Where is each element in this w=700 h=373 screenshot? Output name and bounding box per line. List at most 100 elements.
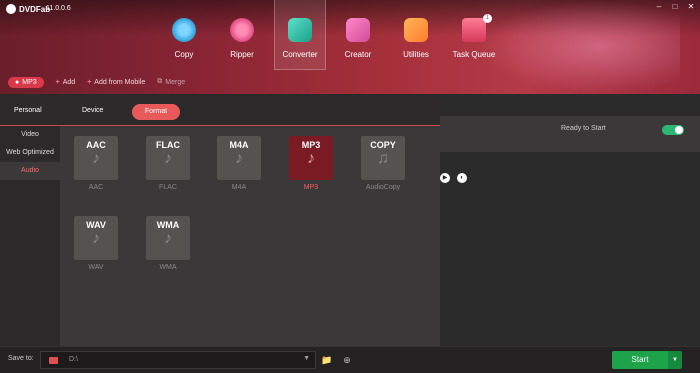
app-version: 11.0.0.6 xyxy=(46,5,71,12)
format-aac[interactable]: AAC ♪ AAC xyxy=(74,136,118,192)
format-name: MP3 xyxy=(301,140,321,150)
minimize-icon[interactable]: – xyxy=(654,2,664,12)
add-mobile-label: Add from Mobile xyxy=(94,78,146,86)
task-toggle[interactable] xyxy=(662,125,684,135)
format-tile: MP3 ♪ xyxy=(289,136,333,180)
start-button[interactable]: Start xyxy=(612,351,668,369)
task-queue-icon xyxy=(462,18,486,42)
music-note-icon: ♪ xyxy=(164,230,172,247)
format-tile: M4A ♪ xyxy=(217,136,261,180)
maximize-icon[interactable]: □ xyxy=(670,2,680,12)
format-name: M4A xyxy=(229,140,249,150)
settings-icon[interactable]: ◐ xyxy=(457,173,467,183)
nav-ripper[interactable]: Ripper xyxy=(216,0,268,70)
copy-icon xyxy=(172,18,196,42)
format-caption: FLAC xyxy=(159,184,177,191)
format-tile: WMA ♪ xyxy=(146,216,190,260)
profile-panel: Personal Device Format Video Web Optimiz… xyxy=(0,100,440,352)
profile-label: MP3 xyxy=(22,78,37,86)
music-note-icon: ♪ xyxy=(235,150,243,167)
chevron-down-icon[interactable]: ▼ xyxy=(303,355,310,362)
tab-format[interactable]: Format xyxy=(132,104,180,120)
browse-folder-icon[interactable]: 📁 xyxy=(320,353,334,367)
format-tile: AAC ♪ xyxy=(74,136,118,180)
save-path-value: D:\ xyxy=(69,356,78,363)
header-art xyxy=(480,0,680,94)
globe-icon[interactable]: ⊕ xyxy=(340,353,354,367)
folder-icon xyxy=(49,357,58,364)
task-row[interactable]: Ready to Start xyxy=(440,116,700,152)
nav-label: Copy xyxy=(174,50,194,59)
format-name: COPY xyxy=(370,140,396,150)
task-pane: Ready to Start ▶ ◐ xyxy=(440,94,700,352)
task-count-badge: 1 xyxy=(483,14,492,23)
merge-label: Merge xyxy=(165,78,186,86)
format-tile: COPY ♫ xyxy=(361,136,405,180)
music-notes-icon: ♫ xyxy=(377,150,389,167)
creator-icon xyxy=(346,18,370,42)
format-name: FLAC xyxy=(156,140,180,150)
app-logo: DVDFab xyxy=(6,4,50,14)
format-tile: FLAC ♪ xyxy=(146,136,190,180)
start-dropdown-chevron-icon[interactable]: ▼ xyxy=(668,351,682,369)
save-path-field[interactable]: D:\ ▼ xyxy=(40,351,316,369)
format-wav[interactable]: WAV ♪ WAV xyxy=(74,216,118,272)
format-mp3[interactable]: MP3 ♪ MP3 xyxy=(289,136,333,192)
format-caption: MP3 xyxy=(303,184,319,191)
plus-icon: + xyxy=(87,78,92,86)
category-web-optimized[interactable]: Web Optimized xyxy=(0,144,60,162)
nav-converter[interactable]: Converter xyxy=(274,0,326,70)
format-caption: AAC xyxy=(88,184,104,191)
merge-icon: ⧉ xyxy=(157,78,163,85)
profile-icon: ● xyxy=(15,78,20,86)
nav-label: Utilities xyxy=(403,50,429,59)
nav-label: Converter xyxy=(282,50,318,59)
app-header: DVDFab 11.0.0.6 Copy Ripper Converter Cr… xyxy=(0,0,700,94)
bottom-bar: Save to: D:\ ▼ 📁 ⊕ Start ▼ xyxy=(0,346,700,373)
tab-device[interactable]: Device xyxy=(82,107,103,114)
save-to-label: Save to: xyxy=(8,355,34,362)
task-status: Ready to Start xyxy=(561,125,606,132)
music-note-icon: ♪ xyxy=(164,150,172,167)
toolbar: ● MP3 + Add + Add from Mobile ⧉ Merge xyxy=(0,70,440,94)
nav-label: Ripper xyxy=(230,50,254,59)
music-note-icon: ♪ xyxy=(307,150,315,167)
nav-label: Task Queue xyxy=(452,50,496,59)
format-name: WAV xyxy=(86,220,106,230)
nav-utilities[interactable]: Utilities xyxy=(390,0,442,70)
music-note-icon: ♪ xyxy=(92,230,100,247)
format-caption: AudioCopy xyxy=(365,184,401,191)
format-m4a[interactable]: M4A ♪ M4A xyxy=(217,136,261,192)
nav-creator[interactable]: Creator xyxy=(332,0,384,70)
logo-icon xyxy=(6,4,16,14)
utilities-icon xyxy=(404,18,428,42)
format-flac[interactable]: FLAC ♪ FLAC xyxy=(146,136,190,192)
tab-personal[interactable]: Personal xyxy=(14,107,42,114)
category-video[interactable]: Video xyxy=(0,126,60,144)
category-audio[interactable]: Audio xyxy=(0,162,60,180)
format-name: AAC xyxy=(86,140,106,150)
music-note-icon: ♪ xyxy=(92,150,100,167)
format-copy[interactable]: COPY ♫ AudioCopy xyxy=(361,136,405,192)
profile-pill[interactable]: ● MP3 xyxy=(8,76,44,88)
category-list: Video Web Optimized Audio xyxy=(0,126,60,352)
nav-label: Creator xyxy=(344,50,372,59)
profile-tabs: Personal Device Format xyxy=(0,100,440,126)
add-from-mobile-button[interactable]: + Add from Mobile xyxy=(87,79,145,86)
window-controls: – □ ✕ xyxy=(654,2,696,12)
format-caption: WMA xyxy=(159,264,177,271)
format-wma[interactable]: WMA ♪ WMA xyxy=(146,216,190,272)
format-caption: WAV xyxy=(88,264,104,271)
merge-button[interactable]: ⧉ Merge xyxy=(157,78,185,86)
ripper-icon xyxy=(230,18,254,42)
plus-icon: + xyxy=(55,78,60,86)
add-button[interactable]: + Add xyxy=(56,79,76,86)
play-icon[interactable]: ▶ xyxy=(440,173,450,183)
nav-task-queue[interactable]: 1 Task Queue xyxy=(448,0,500,70)
close-icon[interactable]: ✕ xyxy=(686,2,696,12)
format-name: WMA xyxy=(156,220,180,230)
format-tile: WAV ♪ xyxy=(74,216,118,260)
add-label: Add xyxy=(62,78,76,86)
nav-copy[interactable]: Copy xyxy=(158,0,210,70)
main-nav: Copy Ripper Converter Creator Utilities … xyxy=(158,0,506,70)
